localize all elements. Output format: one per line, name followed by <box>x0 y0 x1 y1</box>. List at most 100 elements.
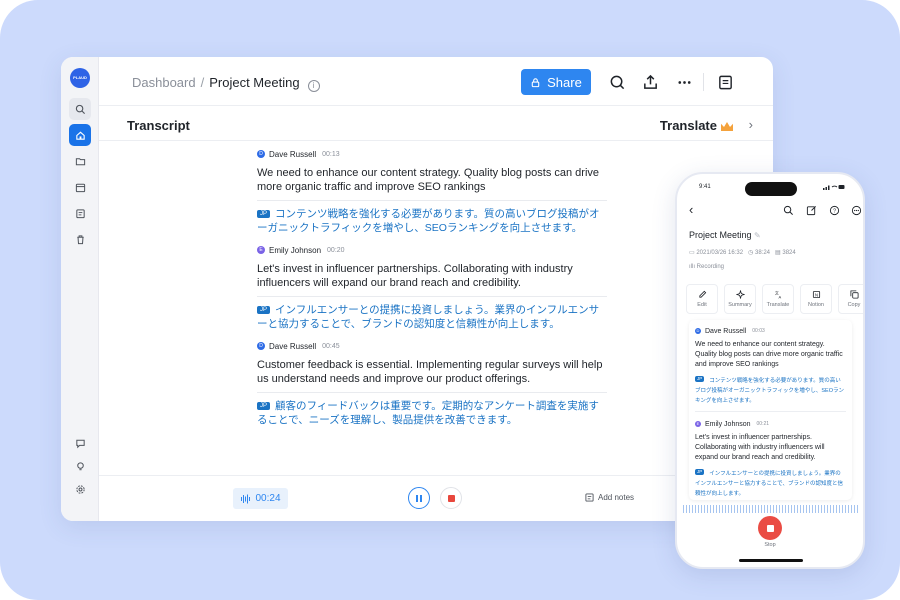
stop-button[interactable] <box>440 487 462 509</box>
app-logo[interactable]: PLAUD <box>70 68 90 88</box>
share-button[interactable]: Share <box>521 69 591 95</box>
language-tag: JP <box>257 306 271 314</box>
toolbar-divider <box>703 73 704 91</box>
search-icon[interactable] <box>69 98 91 120</box>
info-icon[interactable]: i <box>307 80 320 92</box>
breadcrumb-dashboard[interactable]: Dashboard <box>132 75 196 90</box>
timestamp[interactable]: 00:21 <box>757 421 770 427</box>
page-title: Project Meeting <box>209 75 300 90</box>
notes-icon[interactable] <box>69 202 91 224</box>
transcript-text[interactable]: Customer feedback is essential. Implemen… <box>257 358 607 386</box>
home-indicator <box>739 559 803 562</box>
speaker-row: D Dave Russell 00:03 <box>695 326 846 336</box>
speaker-row: D Dave Russell 00:45 <box>257 340 607 352</box>
transcript-header: Transcript Translate › <box>99 107 773 141</box>
pause-button[interactable] <box>408 487 430 509</box>
speaker-avatar: D <box>257 150 265 158</box>
timer-value: 00:24 <box>255 493 281 504</box>
add-notes-button[interactable]: Add notes <box>585 493 634 502</box>
trash-icon[interactable] <box>69 228 91 250</box>
speaker-avatar: E <box>257 246 265 254</box>
speaker-row: E Emily Johnson 00:20 <box>257 244 607 256</box>
meta-words: 3824 <box>782 250 796 256</box>
transcript-list: D Dave Russell 00:13 We need to enhance our… <box>257 148 607 436</box>
phone-toolbar: Edit Summary 文 A Translate N Notion Copy <box>686 284 863 316</box>
speaker-name[interactable]: Dave Russell <box>269 342 316 351</box>
playback-bar: 00:24 Add notes <box>99 475 773 521</box>
translation-text[interactable]: JP 顧客のフィードバックは重要です。定期的なアンケート調査を実施することで、ニー… <box>257 392 607 427</box>
waveform-bar <box>683 505 859 513</box>
transcript-entry: E Emily Johnson 00:21 Let's invest in influ… <box>695 419 846 500</box>
phone-mockup: 9:41 ‹ ? Project Meeting ✎ ▭ 2021/03/26 … <box>675 172 865 569</box>
translation-text[interactable]: JP インフルエンサーとの提携に投資しましょう。業界のインフルエンサーと協力するこ… <box>695 467 846 499</box>
tool-summary[interactable]: Summary <box>724 284 756 314</box>
feedback-icon[interactable] <box>69 432 91 454</box>
tool-translate[interactable]: 文 A Translate <box>762 284 794 314</box>
export-icon[interactable] <box>641 73 659 91</box>
settings-icon[interactable] <box>69 478 91 500</box>
desktop-window: PLAUD Dashboard / Project Meeting i Shar… <box>61 57 773 521</box>
transcript-text[interactable]: Let's invest in influencer partnerships.… <box>695 433 846 463</box>
speaker-name[interactable]: Emily Johnson <box>269 246 321 255</box>
help-icon[interactable]: ? <box>829 205 840 216</box>
translate-label: Translate <box>659 118 717 133</box>
translation-text[interactable]: JP インフルエンサーとの提携に投資しましょう。業界のインフルエンサーと協力するこ… <box>257 296 607 331</box>
tool-summary-label: Summary <box>728 302 752 308</box>
clock-icon: ◷ <box>748 250 754 256</box>
speaker-avatar: D <box>695 328 701 334</box>
status-icons <box>823 184 845 192</box>
dynamic-island <box>745 182 797 196</box>
phone-title: Project Meeting ✎ <box>689 230 761 240</box>
tool-edit[interactable]: Edit <box>686 284 718 314</box>
speaker-row: D Dave Russell 00:13 <box>257 148 607 160</box>
transcript-entry: E Emily Johnson 00:20 Let's invest in influ… <box>257 244 607 331</box>
notes-panel-icon[interactable] <box>716 73 734 91</box>
language-tag: JP <box>695 376 705 382</box>
translate-icon: 文A <box>774 290 781 299</box>
chevron-right-icon[interactable]: › <box>749 117 753 132</box>
folder-icon[interactable] <box>69 150 91 172</box>
timestamp[interactable]: 00:20 <box>327 247 345 254</box>
speaker-name[interactable]: Emily Johnson <box>705 421 751 428</box>
home-icon[interactable] <box>69 124 91 146</box>
transcript-text[interactable]: We need to enhance our content strategy.… <box>695 340 846 370</box>
translate-button[interactable]: Translate <box>660 118 733 133</box>
lightbulb-icon[interactable] <box>69 455 91 477</box>
translation-text[interactable]: JP コンテンツ戦略を強化する必要があります。質の高いブログ投稿がオーガニックトラ… <box>695 374 846 406</box>
transcript-text[interactable]: Let's invest in influencer partnerships.… <box>257 262 607 290</box>
phone-meta: ▭ 2021/03/26 16:32 ◷ 38:24 ▤ 3824 <box>689 249 796 256</box>
note-icon <box>585 493 594 502</box>
back-icon[interactable]: ‹ <box>689 202 693 217</box>
sidebar-rail: PLAUD <box>61 57 99 521</box>
tool-notion[interactable]: N Notion <box>800 284 832 314</box>
speaker-row: E Emily Johnson 00:21 <box>695 419 846 429</box>
ai-search-icon[interactable] <box>608 73 626 91</box>
edit-note-icon[interactable] <box>806 205 817 216</box>
tool-copy[interactable]: Copy <box>838 284 863 314</box>
speaker-avatar: E <box>695 421 701 427</box>
recording-timer: 00:24 <box>233 488 288 509</box>
more-icon[interactable] <box>675 73 693 91</box>
breadcrumb-separator: / <box>200 75 205 90</box>
calendar-icon[interactable] <box>69 176 91 198</box>
pencil-icon[interactable]: ✎ <box>754 231 761 240</box>
search-icon[interactable] <box>783 205 794 216</box>
more-icon[interactable] <box>851 205 862 216</box>
speaker-name[interactable]: Dave Russell <box>705 328 746 335</box>
speaker-name[interactable]: Dave Russell <box>269 150 316 159</box>
timestamp[interactable]: 00:13 <box>322 151 340 158</box>
translation-text[interactable]: JP コンテンツ戦略を強化する必要があります。質の高いブログ投稿がオーガニックトラ… <box>257 200 607 235</box>
status-time: 9:41 <box>699 184 711 190</box>
copy-icon <box>849 290 859 299</box>
phone-stop-label: Stop <box>764 542 776 548</box>
phone-stop-button[interactable] <box>758 516 782 540</box>
timestamp[interactable]: 00:03 <box>752 328 765 334</box>
timestamp[interactable]: 00:45 <box>322 343 340 350</box>
signal-icon <box>823 185 845 190</box>
language-tag: JP <box>695 469 705 475</box>
top-bar: Dashboard / Project Meeting i Share <box>99 57 773 106</box>
notion-icon: N <box>812 290 820 299</box>
breadcrumb: Dashboard / Project Meeting i <box>132 75 320 92</box>
svg-text:A: A <box>778 295 781 299</box>
transcript-text[interactable]: We need to enhance our content strategy.… <box>257 166 607 194</box>
